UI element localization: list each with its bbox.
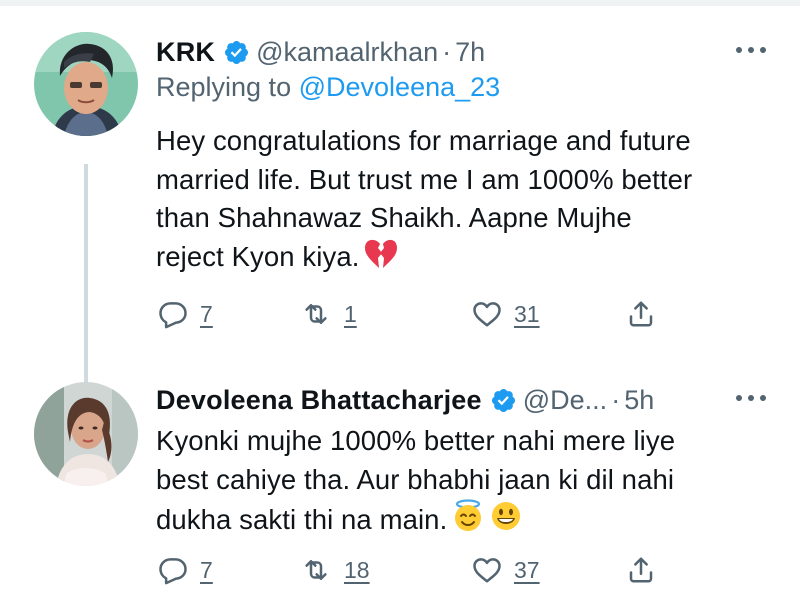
tweet-text-line: best cahiye tha. Aur bhabhi jaan ki dil …	[156, 463, 675, 495]
broken-heart-emoji-icon	[365, 239, 398, 268]
separator-dot: ·	[442, 36, 452, 67]
reply-icon	[159, 302, 187, 329]
heart-icon	[473, 302, 501, 327]
avatar-krk-image	[34, 32, 138, 136]
more-options-icon[interactable]	[736, 45, 766, 55]
tweet-text-line: reject Kyon kiya.	[156, 240, 360, 272]
tweet-text-line: Kyonki mujhe 1000% better nahi mere liye	[156, 425, 676, 456]
avatar[interactable]	[34, 32, 138, 136]
more-options-icon[interactable]	[736, 393, 766, 403]
reply-icon	[159, 558, 187, 585]
like-button[interactable]: 37	[472, 550, 540, 590]
like-count[interactable]: 31	[514, 301, 540, 328]
grinning-face-emoji-icon	[492, 502, 521, 530]
tweet-text-line: Hey congratulations for marriage and fut…	[156, 125, 691, 156]
replying-to: Replying to @Devoleena_23	[156, 72, 500, 103]
separator-dot: ·	[611, 384, 621, 415]
share-icon	[629, 301, 653, 327]
author-name[interactable]: Devoleena Bhattacharjee	[156, 385, 482, 416]
verified-badge-icon	[225, 40, 249, 64]
like-count[interactable]: 37	[514, 557, 540, 584]
tweet-text-line: than Shahnawaz Shaikh. Aapne Mujhe	[156, 202, 632, 233]
replying-prefix: Replying to	[156, 72, 292, 102]
reply-button[interactable]: 7	[158, 550, 213, 590]
author-handle[interactable]: @De...	[523, 385, 607, 416]
replying-mention-link[interactable]: @Devoleena_23	[299, 72, 501, 102]
author-handle[interactable]: @kamaalrkhan	[256, 37, 438, 68]
share-button[interactable]	[626, 550, 656, 590]
avatar[interactable]	[34, 382, 138, 486]
avatar-devoleena-image	[34, 382, 138, 486]
reply-count[interactable]: 7	[200, 301, 213, 328]
reply-button[interactable]: 7	[158, 294, 213, 334]
author-name[interactable]: KRK	[156, 37, 215, 68]
tweet-actions: 7 1 31	[156, 294, 676, 334]
retweet-count[interactable]: 18	[344, 557, 370, 584]
thread-connector-line	[84, 164, 88, 392]
heart-icon	[473, 558, 501, 583]
tweet-text: Hey congratulations for marriage and fut…	[156, 122, 776, 276]
timestamp[interactable]: 7h	[455, 37, 485, 68]
tweet-actions: 7 18 37	[156, 550, 676, 590]
tweet-krk[interactable]: KRK @kamaalrkhan · 7h Replying to @Devol…	[0, 22, 800, 392]
tweet-text: Kyonki mujhe 1000% better nahi mere liye…	[156, 422, 776, 540]
retweet-count[interactable]: 1	[344, 301, 357, 328]
retweet-icon	[305, 560, 327, 580]
tweet-header: Devoleena Bhattacharjee @De... · 5h	[156, 380, 654, 420]
tweet-thread: KRK @kamaalrkhan · 7h Replying to @Devol…	[0, 0, 800, 615]
tweet-header: KRK @kamaalrkhan · 7h	[156, 32, 485, 72]
tweet-text-line: dukha sakti thi na main.	[156, 504, 448, 535]
top-divider	[0, 0, 800, 6]
tweet-devoleena[interactable]: Devoleena Bhattacharjee @De... · 5h Kyon…	[0, 378, 800, 615]
tweet-text-line: married life. But trust me I am 1000% be…	[156, 163, 693, 195]
like-button[interactable]: 31	[472, 294, 540, 334]
share-button[interactable]	[626, 294, 656, 334]
verified-badge-icon	[491, 388, 515, 412]
smiling-face-with-halo-emoji-icon	[455, 499, 482, 531]
reply-count[interactable]: 7	[200, 557, 213, 584]
retweet-icon	[305, 304, 327, 324]
retweet-button[interactable]: 1	[300, 294, 357, 334]
timestamp[interactable]: 5h	[624, 385, 654, 416]
share-icon	[629, 557, 653, 583]
retweet-button[interactable]: 18	[300, 550, 370, 590]
